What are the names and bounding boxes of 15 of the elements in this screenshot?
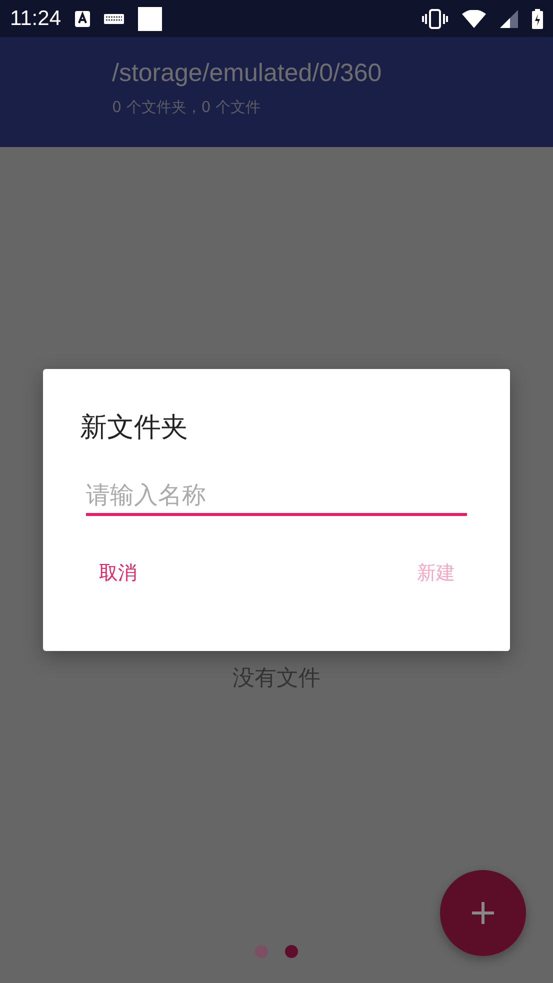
- dialog-button[interactable]: 取消: [95, 556, 141, 590]
- signal-icon: [500, 10, 518, 28]
- keyboard-icon: [104, 14, 124, 24]
- square-icon: [138, 6, 162, 30]
- page-indicator-dot[interactable]: [285, 945, 298, 958]
- wifi-icon: [462, 10, 486, 28]
- plus-icon: [471, 901, 495, 925]
- status-time: 11:24: [10, 6, 61, 30]
- name-input-field[interactable]: 请输入名称: [86, 481, 467, 516]
- keyboard-language-icon: [75, 10, 90, 26]
- battery-charging-icon: [532, 8, 543, 28]
- dialog-title: 新文件夹: [80, 411, 189, 445]
- vibrate-icon: [422, 8, 448, 28]
- folder-path: /storage/emulated/0/360: [112, 59, 383, 88]
- folder-summary: 0 个文件夹，0 个文件: [112, 98, 262, 117]
